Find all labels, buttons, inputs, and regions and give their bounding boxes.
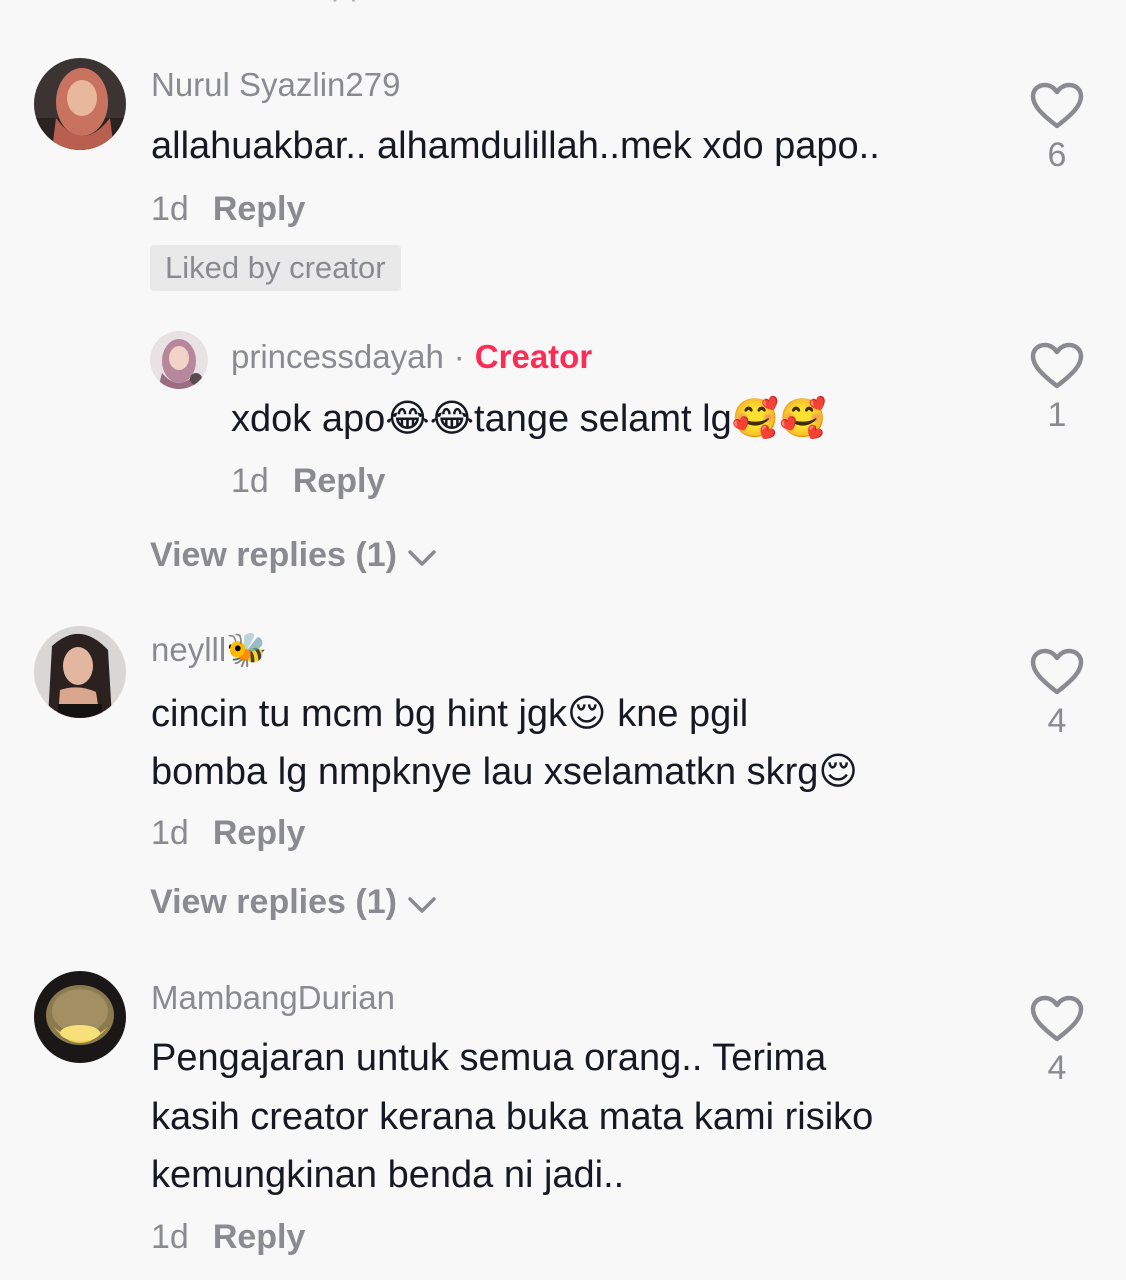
comment-text-line-2: bomba lg nmpknye lau xselamatkn skrg😌 (151, 751, 859, 793)
comment-text-line-1: Pengajaran untuk semua orang.. Terima (151, 1037, 827, 1079)
heart-outline-icon[interactable] (1030, 82, 1084, 130)
comment-meta: 1d Reply (151, 814, 305, 853)
avatar[interactable] (150, 331, 208, 389)
like-column: 1 (1027, 342, 1087, 435)
separator-dot: · (453, 338, 465, 375)
reply-button[interactable]: Reply (213, 1218, 306, 1256)
like-column: 4 (1027, 995, 1087, 1088)
view-replies-label: View replies (1) (150, 536, 397, 574)
reply-username[interactable]: princessdayah (231, 338, 444, 375)
comment-text-line-1: cincin tu mcm bg hint jgk😌 kne pgil (151, 693, 749, 735)
avatar[interactable] (34, 626, 126, 718)
chevron-down-icon (407, 885, 437, 924)
comment-username[interactable]: MambangDurian (151, 979, 395, 1017)
comment-text: allahuakbar.. alhamdulillah..mek xdo pap… (151, 125, 880, 167)
avatar[interactable] (34, 971, 126, 1063)
reply-button[interactable]: Reply (213, 814, 306, 852)
avatar-image-neylll (34, 626, 126, 718)
comment-meta: 1d Reply (151, 1218, 305, 1257)
like-count: 4 (1047, 1049, 1067, 1087)
reply-button[interactable]: Reply (293, 462, 386, 500)
reply-text: xdok apo😂😂tange selamt lg🥰🥰 (231, 398, 827, 440)
reply-username-row: princessdayah · Creator (231, 338, 592, 376)
heart-outline-icon[interactable] (1030, 648, 1084, 696)
liked-by-creator-badge: Liked by creator (150, 245, 401, 291)
avatar[interactable] (34, 58, 126, 150)
like-count: 6 (1047, 136, 1067, 174)
comment-username[interactable]: Nurul Syazlin279 (151, 66, 400, 104)
view-replies-button[interactable]: View replies (1) (150, 536, 437, 577)
reply-meta: 1d Reply (231, 462, 385, 501)
view-replies-button[interactable]: View replies (1) (150, 883, 437, 924)
comment-text-line-3: kemungkinan benda ni jadi.. (151, 1154, 625, 1196)
avatar-image-nurul (34, 58, 126, 150)
like-count: 1 (1047, 396, 1067, 434)
avatar-image-princessdayah (150, 331, 208, 389)
chevron-down-icon (407, 538, 437, 577)
comment-timestamp: 1d (151, 814, 189, 852)
reply-button[interactable]: Reply (213, 190, 306, 228)
avatar-image-mambangdurian (34, 971, 126, 1063)
comment-meta: 1d Reply (151, 190, 305, 229)
comment-username[interactable]: neylll🐝 (151, 631, 267, 670)
heart-outline-icon[interactable] (1030, 342, 1084, 390)
like-column: 6 (1027, 82, 1087, 175)
like-count: 4 (1047, 702, 1067, 740)
like-column: 4 (1027, 648, 1087, 741)
comment-text-line-2: kasih creator kerana buka mata kami risi… (151, 1096, 874, 1138)
reply-timestamp: 1d (231, 462, 269, 500)
creator-tag: Creator (474, 338, 593, 375)
heart-outline-icon[interactable] (1030, 995, 1084, 1043)
comment-timestamp: 1d (151, 190, 189, 228)
comment-timestamp: 1d (151, 1218, 189, 1256)
cut-off-top-text: · · (330, 0, 358, 16)
view-replies-label: View replies (1) (150, 883, 397, 921)
